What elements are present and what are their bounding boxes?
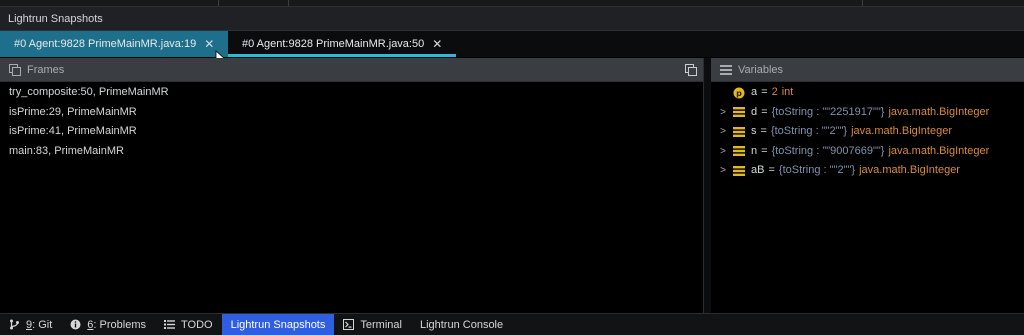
frame-item[interactable]: main:83, PrimeMainMR (0, 142, 703, 162)
problems-label: : Problems (93, 318, 146, 331)
chevron-right-icon[interactable]: > (717, 122, 729, 142)
variable-name: a (751, 86, 758, 98)
variable-row[interactable]: › p a = 2 int (711, 83, 1024, 103)
pane-splitter[interactable] (703, 58, 711, 313)
frames-title: Frames (27, 63, 65, 76)
git-tool-button[interactable]: 9: Git (0, 314, 61, 335)
variable-value: {toString : ""2""} (770, 125, 848, 137)
frame-item[interactable]: isPrime:29, PrimeMainMR (0, 103, 703, 123)
frame-item[interactable]: try_composite:50, PrimeMainMR (0, 83, 703, 103)
copy-icon[interactable] (685, 64, 697, 76)
equals-sign: = (761, 105, 768, 118)
variable-value: 2 (771, 86, 778, 98)
frames-icon (9, 63, 21, 76)
variable-type: int (781, 86, 794, 98)
field-icon (733, 146, 745, 157)
close-icon[interactable]: ✕ (204, 37, 214, 51)
variable-name: s (751, 125, 757, 137)
variable-type: java.math.BigInteger (859, 164, 960, 176)
chevron-right-icon[interactable]: > (717, 161, 729, 181)
variable-row[interactable]: > aB = {toString : ""2""} java.math.BigI… (711, 161, 1024, 181)
frames-list: try_composite:50, PrimeMainMR isPrime:29… (0, 83, 703, 313)
info-icon (70, 319, 81, 330)
frame-item[interactable]: isPrime:41, PrimeMainMR (0, 122, 703, 142)
list-icon (164, 320, 175, 329)
equals-sign: = (768, 164, 775, 176)
tab-snapshot-50[interactable]: #0 Agent:9828 PrimeMainMR.java:50 ✕ (228, 31, 456, 57)
terminal-tool-button[interactable]: Terminal (334, 314, 411, 335)
todo-label: TODO (181, 318, 213, 331)
active-tab-underline (228, 54, 456, 57)
snapshot-tabs: #0 Agent:9828 PrimeMainMR.java:19 ✕ #0 A… (0, 31, 1024, 57)
terminal-icon (343, 319, 355, 330)
list-icon (720, 64, 732, 75)
variables-header: Variables (711, 58, 1024, 82)
variable-row[interactable]: > s = {toString : ""2""} java.math.BigIn… (711, 122, 1024, 142)
tab-snapshot-19[interactable]: #0 Agent:9828 PrimeMainMR.java:19 ✕ (0, 31, 228, 57)
variables-title: Variables (738, 63, 784, 76)
tab-label: #0 Agent:9828 PrimeMainMR.java:50 (242, 38, 425, 50)
field-icon (733, 126, 745, 137)
tool-window-title: Lightrun Snapshots (8, 13, 103, 25)
variable-name: d (751, 105, 758, 118)
variable-name: aB (751, 164, 765, 176)
lightrun-console-tool-button[interactable]: Lightrun Console (411, 314, 512, 335)
git-label: : Git (32, 318, 53, 331)
chevron-right-icon[interactable]: > (717, 142, 729, 162)
variable-name: n (751, 144, 758, 157)
equals-sign: = (761, 144, 768, 157)
variable-value: {toString : ""2251917""} (771, 105, 885, 118)
problems-tool-button[interactable]: 6: Problems (61, 314, 155, 335)
chevron-right-icon[interactable]: > (717, 103, 729, 123)
variable-type: java.math.BigInteger (851, 125, 952, 137)
todo-tool-button[interactable]: TODO (155, 314, 222, 335)
equals-sign: = (761, 86, 768, 98)
git-branch-icon (10, 319, 19, 330)
tool-window-bar: 9: Git 6: Problems TODO Lightrun Snapsho… (0, 313, 1024, 335)
svg-text:p: p (736, 89, 742, 98)
lightrun-snapshots-tool-button[interactable]: Lightrun Snapshots (221, 314, 335, 335)
variable-row[interactable]: > d = {toString : ""2251917""} java.math… (711, 103, 1024, 123)
variable-value: {toString : ""2""} (778, 164, 856, 176)
tool-window-header: Lightrun Snapshots (0, 6, 1024, 31)
field-icon (733, 165, 745, 176)
close-icon[interactable]: ✕ (432, 37, 442, 51)
variable-type: java.math.BigInteger (888, 144, 990, 157)
tab-label: #0 Agent:9828 PrimeMainMR.java:19 (14, 38, 197, 50)
equals-sign: = (760, 125, 767, 137)
frames-header: Frames (0, 58, 703, 82)
field-icon (733, 107, 745, 118)
variable-value: {toString : ""9007669""} (771, 144, 885, 157)
lightrun-snapshots-label: Lightrun Snapshots (230, 318, 326, 331)
variables-list: › p a = 2 int > d = {toString : ""225191… (711, 83, 1024, 313)
terminal-label: Terminal (360, 318, 402, 331)
variable-type: java.math.BigInteger (888, 105, 990, 118)
primitive-icon: p (733, 87, 745, 99)
variable-row[interactable]: > n = {toString : ""9007669""} java.math… (711, 142, 1024, 162)
lightrun-console-label: Lightrun Console (419, 318, 504, 331)
